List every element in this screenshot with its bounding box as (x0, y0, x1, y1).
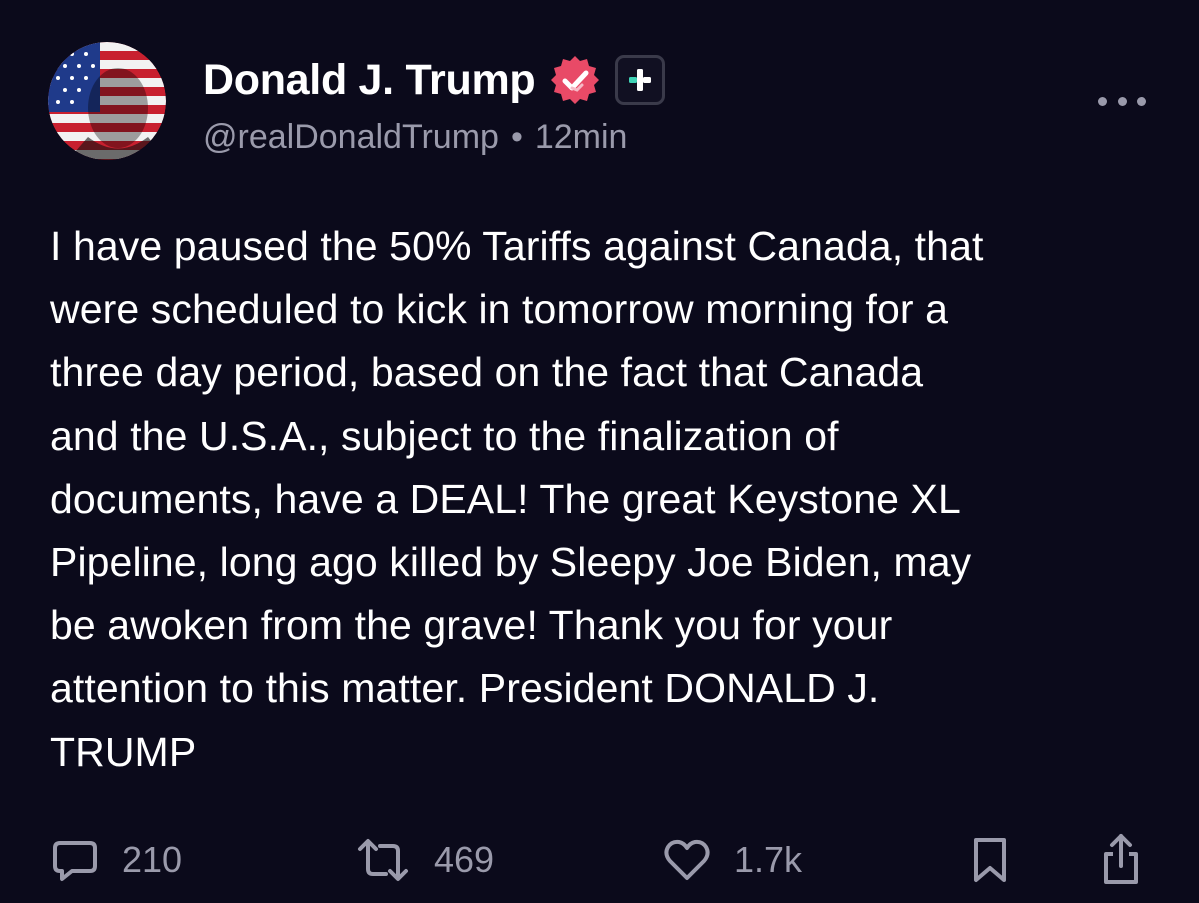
meta-separator: • (510, 117, 523, 156)
avatar-image (48, 42, 166, 160)
like-button[interactable]: 1.7k (662, 830, 802, 890)
avatar[interactable] (48, 42, 166, 160)
name-row: Donald J. Trump (203, 52, 666, 108)
post-text: I have paused the 50% Tariffs against Ca… (50, 223, 984, 775)
share-icon (1104, 834, 1138, 884)
plus-badge-icon (615, 55, 666, 105)
reply-count: 210 (122, 839, 183, 880)
repost-icon (358, 839, 408, 881)
meta-row: @realDonaldTrump • 12min (203, 114, 627, 160)
user-handle[interactable]: @realDonaldTrump (203, 118, 499, 157)
more-options-icon[interactable] (1098, 90, 1146, 112)
repost-button[interactable]: 469 (354, 830, 494, 890)
like-count: 1.7k (734, 839, 803, 880)
bookmark-icon (974, 838, 1006, 882)
heart-icon (664, 839, 710, 880)
display-name[interactable]: Donald J. Trump (203, 56, 536, 105)
reply-button[interactable]: 210 (50, 830, 182, 890)
bookmark-button[interactable] (970, 830, 1010, 890)
post-timestamp[interactable]: 12min (535, 118, 628, 157)
comment-icon (53, 841, 97, 881)
repost-count: 469 (434, 839, 495, 880)
verified-badge-icon (551, 56, 600, 104)
post-card: Donald J. Trump @realDonaldTrump • 12min… (0, 0, 1199, 903)
share-button[interactable] (1096, 830, 1146, 890)
